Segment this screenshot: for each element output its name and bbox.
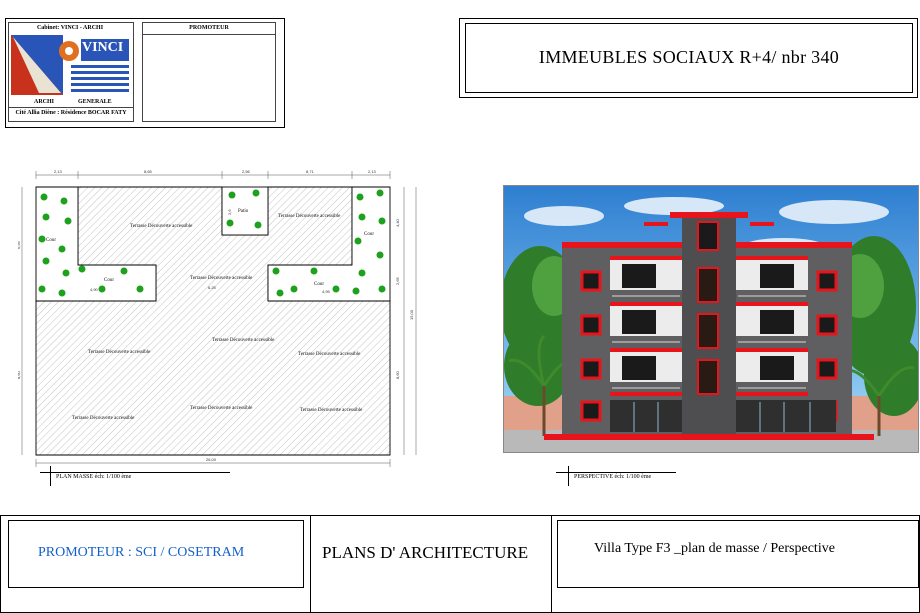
plan-caption: PLAN MASSE éch: 1/100 ème bbox=[56, 474, 132, 480]
cartouche-address: Cité Allia Diène : Résidence BOCAR FATY bbox=[15, 110, 127, 116]
dim-top-3: 2,56 bbox=[242, 169, 251, 174]
svg-text:4,95: 4,95 bbox=[322, 289, 331, 294]
promoteur-header: PROMOTEUR bbox=[189, 25, 229, 31]
footer-villa: Villa Type F3 _plan de masse / Perspecti… bbox=[594, 541, 835, 556]
footer-plans: PLANS D' ARCHITECTURE bbox=[322, 543, 529, 562]
plan-caption-bar bbox=[40, 472, 230, 473]
svg-text:2,65: 2,65 bbox=[395, 276, 400, 285]
svg-text:15,00: 15,00 bbox=[409, 309, 414, 320]
court-label-2: Cour bbox=[104, 278, 114, 283]
court-label-3: Cour bbox=[314, 282, 324, 287]
dim-bottom: 26,00 bbox=[206, 457, 217, 462]
svg-text:4,40: 4,40 bbox=[395, 218, 400, 227]
terrace-label-9: Terrasse Découverte accessible bbox=[300, 408, 363, 413]
cartouche-divider bbox=[8, 107, 134, 108]
archi-label: ARCHI bbox=[34, 99, 55, 105]
terrace-label-7: Terrasse Découverte accessible bbox=[72, 416, 135, 421]
terrace-label-5: Terrasse Découverte accessible bbox=[212, 338, 275, 343]
footer-promoteur: PROMOTEUR : SCI / COSETRAM bbox=[38, 545, 245, 560]
svg-text:6,25: 6,25 bbox=[208, 285, 217, 290]
court-label-1: Cour bbox=[46, 238, 56, 243]
svg-text:8,60: 8,60 bbox=[18, 370, 21, 379]
svg-text:8,60: 8,60 bbox=[395, 370, 400, 379]
perspective-frame bbox=[503, 185, 919, 453]
patio-label: Patio bbox=[238, 209, 249, 214]
dim-top-5: 2,13 bbox=[368, 169, 377, 174]
terrace-label-1: Terrasse Découverte accessible bbox=[130, 224, 193, 229]
cabinet-label: Cabinet: VINCI - ARCHI bbox=[36, 25, 104, 31]
terrace-label-2: Terrasse Découverte accessible bbox=[278, 214, 341, 219]
svg-text:4,90: 4,90 bbox=[90, 287, 99, 292]
dim-top-4: 8,71 bbox=[306, 169, 315, 174]
site-plan: 2,13 8,65 2,56 8,71 2,13 26,00 4,40 2,65… bbox=[18, 169, 417, 467]
project-title: IMMEUBLES SOCIAUX R+4/ nbr 340 bbox=[538, 47, 840, 67]
vinci-logo-text: VINCI bbox=[82, 40, 124, 55]
promoteur-header-line bbox=[142, 34, 276, 35]
perspective-caption-bar bbox=[556, 472, 676, 473]
terrace-label-3: Terrasse Découverte accessible bbox=[190, 276, 253, 281]
court-label-4: Cour bbox=[364, 232, 374, 237]
svg-text:2,6: 2,6 bbox=[227, 209, 232, 215]
perspective-caption: PERSPECTIVE éch: 1/100 ème bbox=[574, 474, 652, 480]
dim-top-2: 8,65 bbox=[144, 169, 153, 174]
generale-label: GENERALE bbox=[78, 99, 112, 105]
perspective-caption-tick bbox=[568, 466, 569, 486]
terrace-label-8: Terrasse Découverte accessible bbox=[190, 406, 253, 411]
terrace-hatched bbox=[35, 186, 391, 456]
svg-text:6,95: 6,95 bbox=[18, 240, 21, 249]
terrace-label-6: Terrasse Découverte accessible bbox=[298, 352, 361, 357]
promoteur-panel bbox=[142, 22, 276, 122]
dim-top-1: 2,13 bbox=[54, 169, 63, 174]
plan-caption-tick bbox=[50, 466, 51, 486]
terrace-label-4: Terrasse Découverte accessible bbox=[88, 350, 151, 355]
